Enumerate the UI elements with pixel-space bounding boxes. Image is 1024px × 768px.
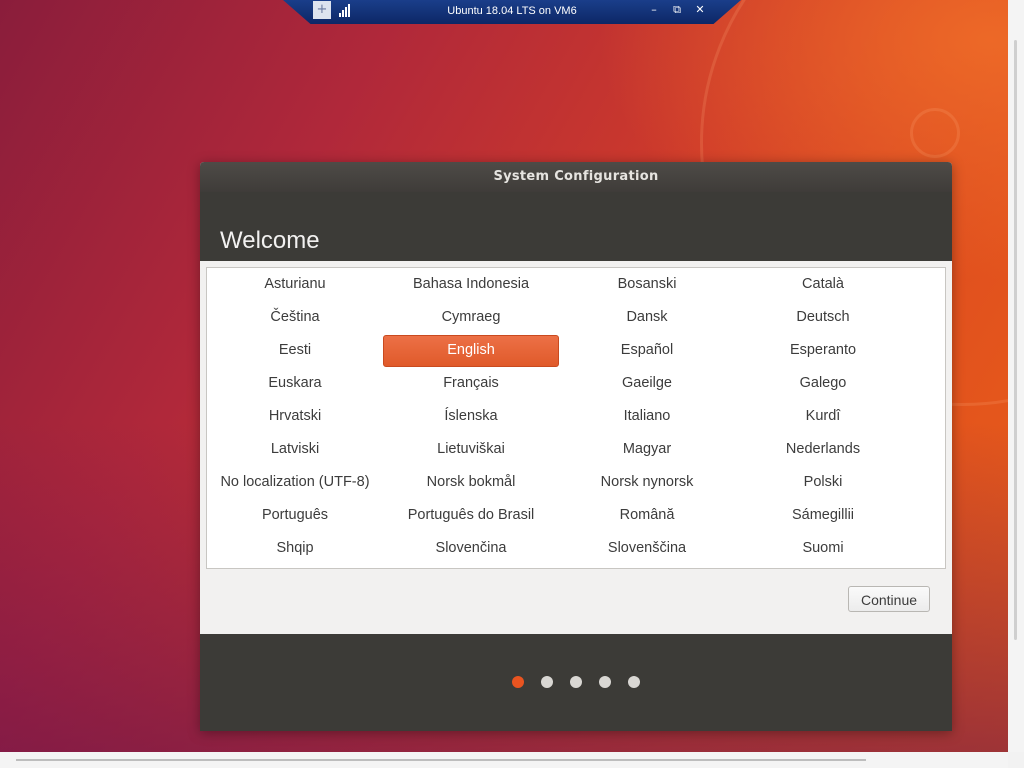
scrollbar-thumb[interactable] bbox=[16, 759, 866, 761]
progress-dot bbox=[570, 676, 582, 688]
language-option-label: Dansk bbox=[626, 309, 668, 325]
wallpaper-decoration bbox=[910, 108, 960, 158]
restore-icon[interactable]: ⧉ bbox=[670, 3, 684, 17]
close-icon[interactable]: ✕ bbox=[693, 3, 707, 17]
language-option[interactable]: Galego bbox=[735, 367, 911, 400]
language-option[interactable]: Kurdî bbox=[735, 400, 911, 433]
progress-dot bbox=[599, 676, 611, 688]
language-option-label: Cymraeg bbox=[441, 309, 501, 325]
language-option-label: Asturianu bbox=[264, 276, 326, 292]
language-option[interactable]: Bosanski bbox=[559, 268, 735, 301]
dialog-titlebar: System Configuration bbox=[200, 162, 952, 192]
language-option[interactable]: Eesti bbox=[207, 334, 383, 367]
language-option-label: Italiano bbox=[623, 408, 671, 424]
vm-connection-bar: + Ubuntu 18.04 LTS on VM6 – ⧉ ✕ bbox=[283, 0, 741, 24]
language-option-label: Português bbox=[261, 507, 329, 523]
language-option-label: English bbox=[447, 342, 495, 358]
language-option[interactable]: Gaeilge bbox=[559, 367, 735, 400]
language-option-label: Français bbox=[443, 375, 499, 391]
language-list: Asturianu Bahasa Indonesia Bosanski Català Č… bbox=[206, 267, 946, 569]
language-option-label: Norsk nynorsk bbox=[600, 474, 694, 490]
progress-dot-active bbox=[512, 676, 524, 688]
dialog-footer bbox=[200, 634, 952, 731]
language-option-label: Čeština bbox=[270, 309, 320, 325]
language-grid: Asturianu Bahasa Indonesia Bosanski Català Č… bbox=[207, 268, 945, 565]
language-option[interactable]: Asturianu bbox=[207, 268, 383, 301]
language-option-label: Suomi bbox=[802, 540, 844, 556]
language-option-label: Galego bbox=[799, 375, 847, 391]
horizontal-scrollbar[interactable] bbox=[0, 752, 1008, 768]
minimize-icon[interactable]: – bbox=[647, 3, 661, 17]
language-option-label: Nederlands bbox=[785, 441, 861, 457]
language-option-selected[interactable]: English bbox=[383, 334, 559, 367]
language-option-label: Íslenska bbox=[444, 408, 498, 424]
language-option[interactable]: Norsk nynorsk bbox=[559, 466, 735, 499]
language-option[interactable]: Català bbox=[735, 268, 911, 301]
language-option[interactable]: Lietuviškai bbox=[383, 433, 559, 466]
language-option[interactable]: Nederlands bbox=[735, 433, 911, 466]
language-option-label: Gaeilge bbox=[622, 375, 672, 391]
language-option[interactable]: Hrvatski bbox=[207, 400, 383, 433]
language-option[interactable]: Esperanto bbox=[735, 334, 911, 367]
language-option-label: Hrvatski bbox=[268, 408, 322, 424]
language-option-label: Bosanski bbox=[617, 276, 677, 292]
language-option-label: Norsk bokmål bbox=[426, 474, 516, 490]
language-option-label: Euskara bbox=[268, 375, 322, 391]
language-option[interactable]: Bahasa Indonesia bbox=[383, 268, 559, 301]
progress-dot bbox=[541, 676, 553, 688]
language-option[interactable]: Español bbox=[559, 334, 735, 367]
language-option-label: Sámegillii bbox=[791, 507, 855, 523]
language-option-label: Esperanto bbox=[789, 342, 857, 358]
language-option[interactable]: Polski bbox=[735, 466, 911, 499]
language-option-label: Lietuviškai bbox=[437, 441, 505, 457]
language-option[interactable]: Íslenska bbox=[383, 400, 559, 433]
language-option[interactable]: Čeština bbox=[207, 301, 383, 334]
progress-dots bbox=[200, 676, 952, 688]
language-option-label: Bahasa Indonesia bbox=[412, 276, 530, 292]
language-option[interactable]: Euskara bbox=[207, 367, 383, 400]
language-option[interactable]: Magyar bbox=[559, 433, 735, 466]
page-title: Welcome bbox=[220, 227, 320, 254]
language-option[interactable]: Suomi bbox=[735, 532, 911, 565]
language-option-label: Slovenščina bbox=[607, 540, 687, 556]
progress-dot bbox=[628, 676, 640, 688]
language-option[interactable]: Português do Brasil bbox=[383, 499, 559, 532]
language-option-label: Deutsch bbox=[796, 309, 850, 325]
language-option[interactable]: Deutsch bbox=[735, 301, 911, 334]
vertical-scrollbar[interactable] bbox=[1008, 0, 1024, 752]
language-option-label: Español bbox=[620, 342, 674, 358]
language-option-label: Kurdî bbox=[805, 408, 841, 424]
language-option[interactable]: Slovenčina bbox=[383, 532, 559, 565]
language-option-label: Eesti bbox=[278, 342, 312, 358]
language-option[interactable]: Cymraeg bbox=[383, 301, 559, 334]
scrollbar-thumb[interactable] bbox=[1014, 40, 1017, 640]
language-option[interactable]: Shqip bbox=[207, 532, 383, 565]
language-option[interactable]: Slovenščina bbox=[559, 532, 735, 565]
language-option-label: Slovenčina bbox=[435, 540, 507, 556]
language-option-label: Català bbox=[802, 276, 844, 292]
language-option[interactable]: Português bbox=[207, 499, 383, 532]
language-option[interactable]: Română bbox=[559, 499, 735, 532]
language-option[interactable]: Norsk bokmål bbox=[383, 466, 559, 499]
continue-button[interactable]: Continue bbox=[848, 586, 930, 612]
language-option-label: Shqip bbox=[276, 540, 314, 556]
language-option[interactable]: Latviski bbox=[207, 433, 383, 466]
system-configuration-dialog: System Configuration Welcome Asturianu Ba… bbox=[200, 162, 952, 731]
language-option-label: Română bbox=[619, 507, 675, 523]
language-option[interactable]: Sámegillii bbox=[735, 499, 911, 532]
language-option[interactable]: Italiano bbox=[559, 400, 735, 433]
language-option-label: Magyar bbox=[622, 441, 672, 457]
language-option-label: No localization (UTF-8) bbox=[220, 474, 370, 490]
language-option[interactable]: Dansk bbox=[559, 301, 735, 334]
dialog-header: Welcome bbox=[200, 192, 952, 261]
language-option[interactable]: No localization (UTF-8) bbox=[207, 466, 383, 499]
language-option[interactable]: Français bbox=[383, 367, 559, 400]
language-option-label: Português do Brasil bbox=[407, 507, 535, 523]
language-option-label: Polski bbox=[803, 474, 843, 490]
language-option-label: Latviski bbox=[270, 441, 320, 457]
